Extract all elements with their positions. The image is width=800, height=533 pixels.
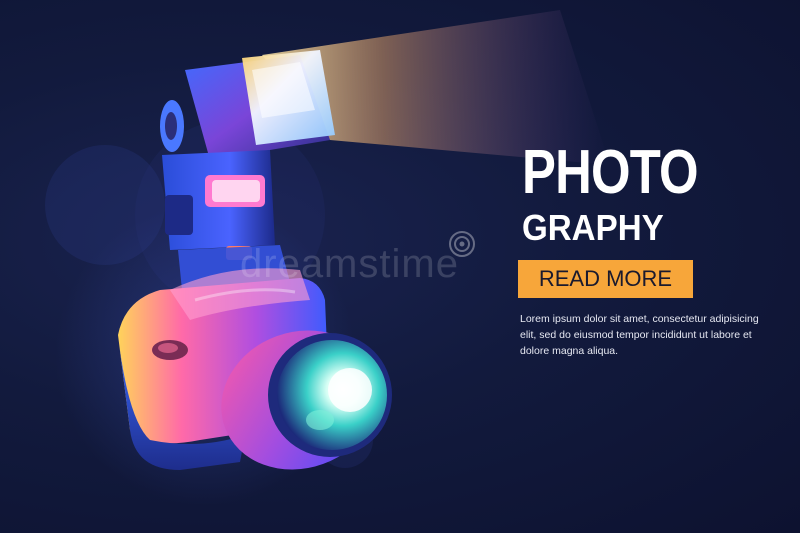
photography-banner: dreamstime PHOTO GRAPHY READ MORE Lorem … xyxy=(0,0,800,533)
headline-graphy: GRAPHY xyxy=(522,207,664,248)
read-more-button[interactable]: READ MORE xyxy=(518,260,693,298)
watermark-text: dreamstime xyxy=(240,242,459,286)
headline-photo: PHOTO xyxy=(522,138,699,207)
description-text: Lorem ipsum dolor sit amet, consectetur … xyxy=(520,313,759,357)
